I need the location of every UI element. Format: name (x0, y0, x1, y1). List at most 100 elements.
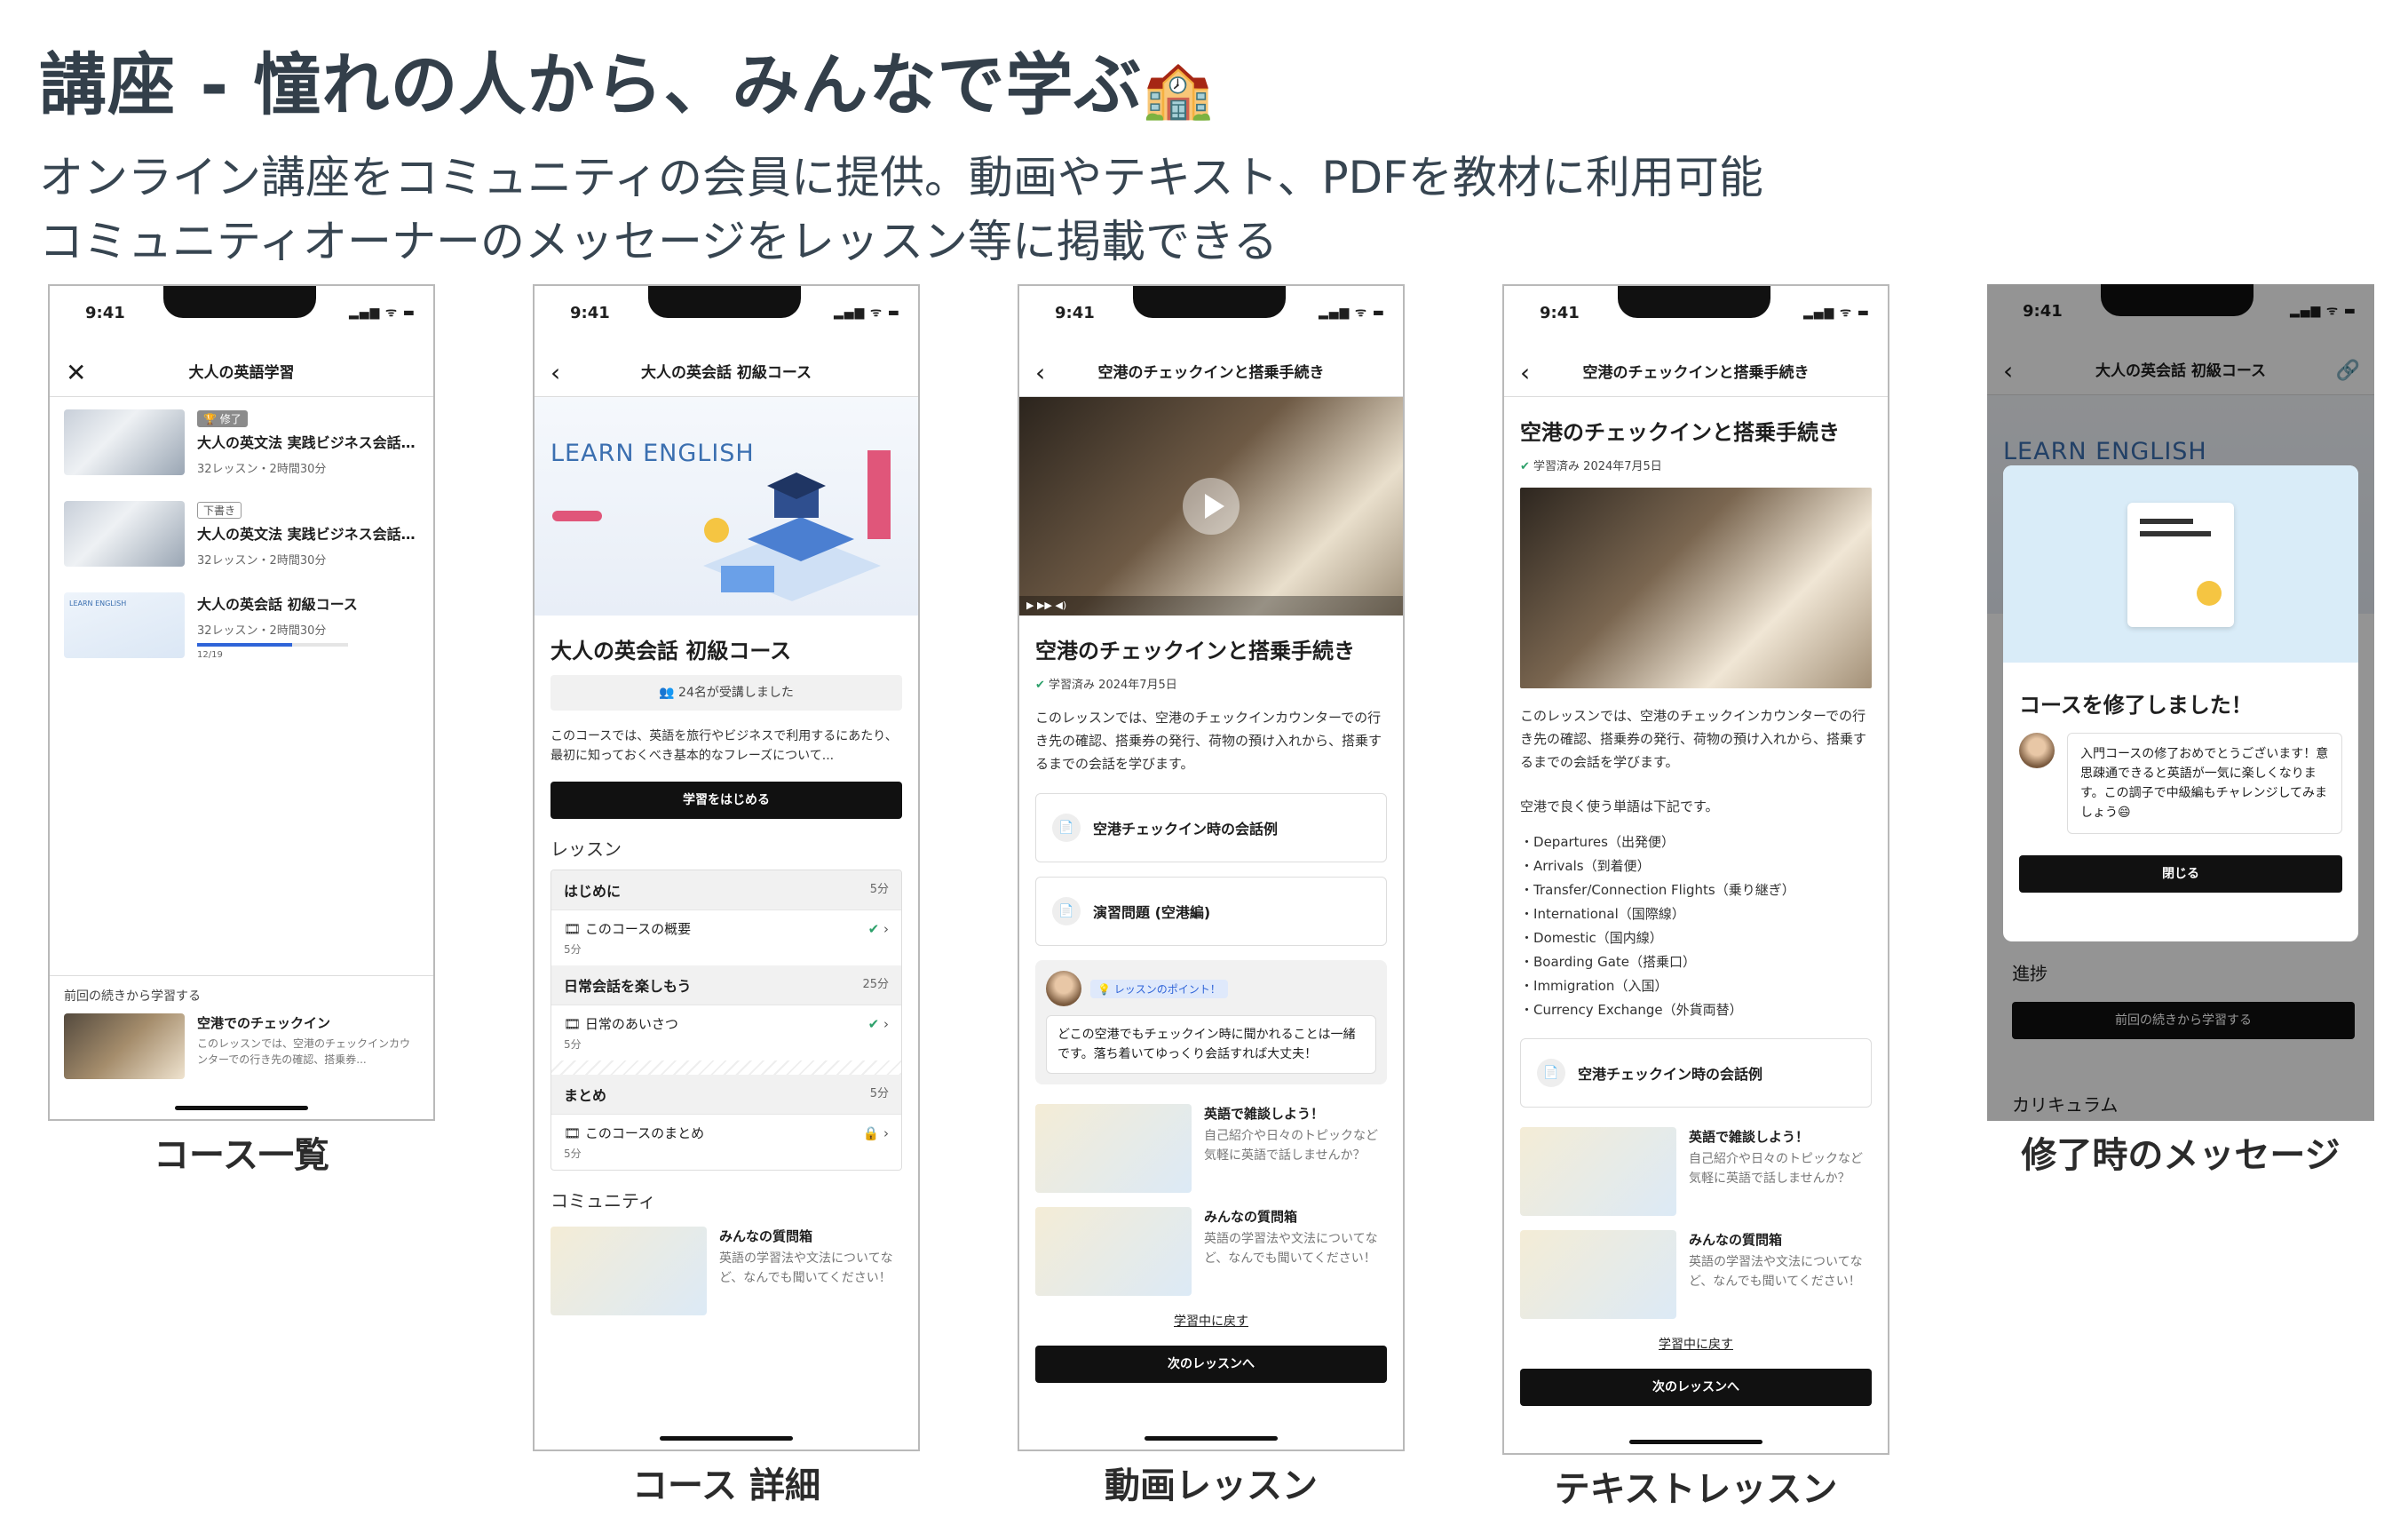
community-illustration (1035, 1207, 1192, 1296)
status-bar: 9:41 ▂▄▆ ᯤ ▬ (535, 286, 918, 350)
course-title: 大人の英会話 初級コース (197, 596, 358, 613)
attachment-card[interactable]: 📄 空港チェックイン時の会話例 (1520, 1038, 1872, 1108)
course-thumbnail (64, 409, 185, 475)
lesson-photo (1520, 488, 1872, 688)
check-icon: ✔ (867, 921, 880, 937)
list-item: Arrivals（到着便） (1520, 854, 1872, 878)
lesson-list: はじめに 5分 🎞 このコースの概要 5分 ✔ › 日常会話を楽しもう 25分 🎞 日常… (551, 870, 902, 1171)
back-icon[interactable]: ‹ (1520, 350, 1530, 396)
enrolled-banner: 👥 24名が受講しました (551, 675, 902, 711)
community-heading: コミュニティ (551, 1190, 656, 1211)
lesson-row[interactable]: 🎞 このコースのまとめ 5分 🔒 › (551, 1114, 901, 1170)
confetti-illustration (2003, 465, 2358, 663)
file-icon: 📄 (1052, 814, 1081, 842)
course-banner: LEARN ENGLISH (535, 397, 918, 616)
lesson-title: 空港のチェックインと搭乗手続き (1035, 639, 1355, 663)
continue-section[interactable]: 前回の続きから学習する 空港でのチェックイン このレッスンでは、空港のチェックイ… (50, 975, 433, 1090)
continue-title: 空港でのチェックイン (197, 1015, 331, 1031)
omitted-divider (551, 1060, 901, 1075)
completion-modal: コースを修了しました！ 入門コースの修了おめでとうございます！意思疎通できると英… (2003, 465, 2358, 941)
status-bar: 9:41 ▂▄▆ ᯤ ▬ (1019, 286, 1403, 350)
back-to-learning-link[interactable]: 学習中に戻す (1019, 1312, 1403, 1330)
course-item[interactable]: 下書き 大人の英文法 実践ビジネス会話... 32レッスン・2時間30分 (50, 488, 433, 580)
point-text: どこの空港でもチェックイン時に聞かれることは一緒です。落ち着いてゆっくり会話すれ… (1046, 1015, 1376, 1074)
community-card[interactable]: みんなの質問箱 英語の学習法や文法についてなど、なんでも聞いてください！ (1019, 1202, 1403, 1305)
attachment-card[interactable]: 📄 演習問題 (空港編) (1035, 877, 1387, 946)
nav-title: 空港のチェックインと搭乗手続き (1582, 364, 1810, 382)
close-icon[interactable]: ✕ (66, 350, 86, 396)
check-icon: ✔ (867, 1016, 880, 1032)
community-card[interactable]: 英語で雑談しよう！ 自己紹介や日々のトピックなど気軽に英語で話しませんか？ (1504, 1122, 1888, 1225)
video-controls[interactable]: ▶ ▶▶ ◀) (1019, 596, 1403, 616)
next-lesson-button[interactable]: 次のレッスンへ (1520, 1369, 1872, 1406)
progress-bar (197, 643, 348, 647)
check-icon: ✔ (1035, 679, 1045, 692)
list-item: Boarding Gate（搭乗口） (1520, 950, 1872, 974)
film-icon: 🎞 (564, 921, 582, 937)
isometric-illustration (703, 450, 891, 601)
section-header[interactable]: 日常会話を楽しもう 25分 (551, 965, 901, 1005)
caption-complete: 修了時のメッセージ (2021, 1135, 2341, 1176)
modal-title: コースを修了しました！ (2019, 693, 2253, 718)
status-bar: 9:41 ▂▄▆ ᯤ ▬ (50, 286, 433, 350)
avatar (1046, 971, 1081, 1006)
lesson-intro: 空港で良く使う単語は下記です。 (1520, 798, 1719, 814)
subtitle-line1: オンライン講座をコミュニティの会員に提供。動画やテキスト、PDFを教材に利用可能 (39, 152, 1763, 203)
community-illustration (1520, 1127, 1676, 1216)
course-item[interactable]: LEARN ENGLISH 大人の英会話 初級コース 32レッスン・2時間30分… (50, 580, 433, 672)
chevron-right-icon: › (883, 1016, 889, 1032)
course-title: 大人の英文法 実践ビジネス会話... (197, 526, 416, 543)
community-illustration (1035, 1104, 1192, 1193)
course-meta: 32レッスン・2時間30分 (197, 463, 327, 476)
community-card[interactable]: みんなの質問箱 英語の学習法や文法についてなど、なんでも聞いてください！ (535, 1221, 918, 1324)
list-item: Domestic（国内線） (1520, 926, 1872, 950)
course-title: 大人の英会話 初級コース (551, 639, 792, 663)
completion-screen: 9:41 ▂▄▆ ᯤ ▬ ‹ 大人の英会話 初級コース 🔗 LEARN ENGLI… (1987, 284, 2374, 1121)
owner-message: 入門コースの修了おめでとうございます！意思疎通できると英語が一気に楽しくなります… (2003, 733, 2358, 834)
continue-label: 前回の続きから学習する (64, 989, 201, 1004)
section-header[interactable]: まとめ 5分 (551, 1075, 901, 1114)
lesson-description: このレッスンでは、空港のチェックインカウンターでの行き先の確認、搭乗券の発行、荷… (1035, 710, 1382, 772)
caption-detail: コース 詳細 (632, 1465, 820, 1506)
next-lesson-button[interactable]: 次のレッスンへ (1035, 1346, 1387, 1383)
video-player[interactable]: ▶ ▶▶ ◀) (1019, 397, 1403, 616)
nav-title: 大人の英語学習 (188, 364, 295, 382)
check-icon: ✔ (1520, 460, 1530, 473)
lesson-row[interactable]: 🎞 日常のあいさつ 5分 ✔ › (551, 1005, 901, 1060)
back-to-learning-link[interactable]: 学習中に戻す (1504, 1335, 1888, 1353)
page-title: 講座 - 憧れの人から、みんなで学ぶ🏫 (39, 45, 1215, 124)
close-button[interactable]: 閉じる (2019, 855, 2342, 893)
nav-bar: ‹ 空港のチェックインと搭乗手続き (1504, 350, 1888, 397)
community-illustration (1520, 1230, 1676, 1319)
section-header[interactable]: はじめに 5分 (551, 870, 901, 909)
back-icon[interactable]: ‹ (551, 350, 560, 396)
list-item: Currency Exchange（外貨両替） (1520, 998, 1872, 1022)
play-icon[interactable] (1183, 478, 1240, 535)
medal-icon (2197, 581, 2222, 606)
lesson-row[interactable]: 🎞 このコースの概要 5分 ✔ › (551, 909, 901, 965)
nav-bar: ‹ 大人の英会話 初級コース (535, 350, 918, 397)
nav-title: 大人の英会話 初級コース (640, 364, 812, 382)
course-list-screen: 9:41 ▂▄▆ ᯤ ▬ ✕ 大人の英語学習 🏆 修了 大人の英文法 実践ビジネス… (48, 284, 435, 1121)
course-item[interactable]: 🏆 修了 大人の英文法 実践ビジネス会話... 32レッスン・2時間30分 (50, 397, 433, 488)
community-card[interactable]: 英語で雑談しよう！ 自己紹介や日々のトピックなど気軽に英語で話しませんか？ (1019, 1099, 1403, 1202)
caption-text: テキストレッスン (1554, 1469, 1838, 1510)
avatar-group: 👥 (659, 686, 679, 700)
community-card[interactable]: みんなの質問箱 英語の学習法や文法についてなど、なんでも聞いてください！ (1504, 1225, 1888, 1328)
home-indicator (1145, 1436, 1278, 1441)
caption-list: コース一覧 (154, 1135, 329, 1176)
home-indicator (1629, 1440, 1762, 1444)
completed-badge: 🏆 修了 (197, 410, 248, 427)
certificate-icon (2127, 503, 2234, 627)
point-badge: 💡 レッスンのポイント！ (1090, 979, 1228, 998)
back-icon[interactable]: ‹ (1035, 350, 1045, 396)
learned-status: ✔ 学習済み 2024年7月5日 (1520, 460, 1662, 473)
continue-desc: このレッスンでは、空港のチェックインカウンターでの行き先の確認、搭乗券... (197, 1037, 411, 1066)
nav-bar: ✕ 大人の英語学習 (50, 350, 433, 397)
attachment-card[interactable]: 📄 空港チェックイン時の会話例 (1035, 793, 1387, 862)
file-icon: 📄 (1537, 1059, 1565, 1087)
film-icon: 🎞 (564, 1125, 582, 1141)
start-learning-button[interactable]: 学習をはじめる (551, 782, 902, 819)
list-item: International（国際線） (1520, 902, 1872, 926)
course-title: 大人の英文法 実践ビジネス会話... (197, 434, 416, 451)
